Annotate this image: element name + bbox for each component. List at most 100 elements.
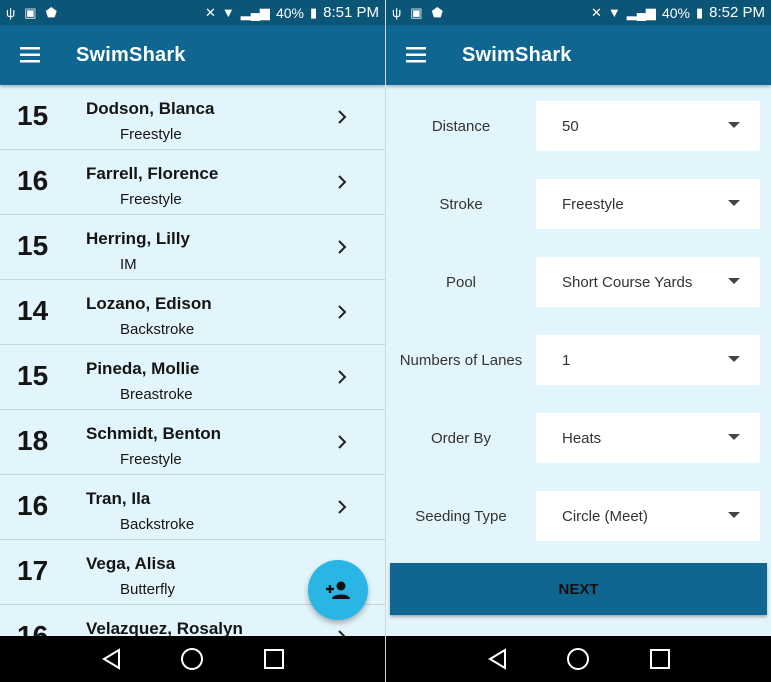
chevron-right-icon bbox=[338, 175, 347, 189]
stroke-value: Freestyle bbox=[562, 195, 624, 213]
mute-icon: ✕ bbox=[204, 5, 216, 20]
battery-icon: ▮ bbox=[309, 5, 318, 20]
next-button[interactable]: NEXT bbox=[390, 563, 767, 615]
app-bar: SwimShark bbox=[0, 25, 385, 85]
meet-setup-screen: ψ ▣ ⬟ ✕ ▼ ▂▄▆ 40% ▮ 8:52 PM SwimShark Di… bbox=[386, 0, 771, 682]
swimmer-name: Lozano, Edison bbox=[86, 294, 212, 313]
chevron-right-icon bbox=[338, 500, 347, 514]
stroke-label: Stroke bbox=[439, 196, 483, 213]
swimmer-name: Vega, Alisa bbox=[86, 554, 176, 573]
dropdown-arrow-icon bbox=[728, 200, 740, 206]
swimmer-age: 18 bbox=[17, 425, 49, 456]
usb-icon: ψ bbox=[392, 5, 402, 20]
swimmer-stroke: Backstroke bbox=[120, 516, 195, 533]
wifi-icon: ▼ bbox=[221, 5, 235, 20]
dropdown-arrow-icon bbox=[728, 512, 740, 518]
distance-dropdown[interactable]: 50 bbox=[536, 101, 760, 151]
dropdown-arrow-icon bbox=[728, 356, 740, 362]
swimmer-stroke: Freestyle bbox=[120, 126, 182, 143]
swimmer-age: 16 bbox=[17, 165, 49, 196]
swimmer-list[interactable]: 15 Dodson, Blanca Freestyle 16 Farrell, Flor… bbox=[0, 85, 385, 636]
lanes-dropdown[interactable]: 1 bbox=[536, 335, 760, 385]
menu-button[interactable] bbox=[386, 25, 446, 85]
stroke-dropdown[interactable]: Freestyle bbox=[536, 179, 760, 229]
swimmer-name: Farrell, Florence bbox=[86, 164, 219, 183]
chevron-right-icon bbox=[338, 305, 347, 319]
system-nav-bar bbox=[386, 636, 771, 682]
battery-percent: 40% bbox=[275, 4, 304, 21]
lanes-value: 1 bbox=[562, 351, 571, 369]
swimmer-name: Pineda, Mollie bbox=[86, 359, 200, 378]
screenshot-pair: ψ ▣ ⬟ ✕ ▼ ▂▄▆ 40% ▮ 8:51 PM SwimShark 15… bbox=[0, 0, 771, 682]
dropdown-arrow-icon bbox=[728, 122, 740, 128]
signal-icon: ▂▄▆ bbox=[240, 5, 270, 20]
status-bar: ψ ▣ ⬟ ✕ ▼ ▂▄▆ 40% ▮ 8:51 PM bbox=[0, 0, 385, 25]
recents-icon bbox=[264, 649, 285, 669]
swimmer-row[interactable]: 15 Pineda, Mollie Breastroke bbox=[0, 345, 385, 410]
meet-setup-form: Distance 50 Stroke Freestyle Pool Short … bbox=[386, 85, 771, 636]
hamburger-icon bbox=[20, 47, 40, 63]
app-title: SwimShark bbox=[462, 43, 572, 66]
swimmer-name: Herring, Lilly bbox=[86, 229, 190, 248]
pool-value: Short Course Yards bbox=[562, 273, 693, 291]
seeding-type-label: Seeding Type bbox=[415, 508, 507, 525]
dropdown-arrow-icon bbox=[728, 278, 740, 284]
seeding-type-dropdown[interactable]: Circle (Meet) bbox=[536, 491, 760, 541]
swimmer-row[interactable]: 15 Herring, Lilly IM bbox=[0, 215, 385, 280]
dropdown-arrow-icon bbox=[728, 434, 740, 440]
hamburger-icon bbox=[406, 47, 426, 63]
pool-dropdown[interactable]: Short Course Yards bbox=[536, 257, 760, 307]
swimmer-age: 16 bbox=[17, 490, 49, 521]
swimmer-name: Velazquez, Rosalyn bbox=[86, 619, 243, 636]
order-by-dropdown[interactable]: Heats bbox=[536, 413, 760, 463]
swimmer-row[interactable]: 15 Dodson, Blanca Freestyle bbox=[0, 85, 385, 150]
chevron-right-icon bbox=[338, 240, 347, 254]
swimmer-age: 15 bbox=[17, 360, 49, 391]
chevron-right-icon bbox=[338, 435, 347, 449]
mute-icon: ✕ bbox=[590, 5, 602, 20]
battery-percent: 40% bbox=[661, 4, 690, 21]
swimmer-age: 14 bbox=[17, 295, 49, 326]
pool-label: Pool bbox=[445, 274, 477, 291]
swimmer-name: Tran, Ila bbox=[86, 489, 151, 508]
order-by-label: Order By bbox=[430, 430, 491, 447]
recents-button[interactable] bbox=[640, 639, 680, 679]
recents-button[interactable] bbox=[254, 639, 294, 679]
swimmer-row[interactable]: 16 Tran, Ila Backstroke bbox=[0, 475, 385, 540]
swimmer-age: 15 bbox=[17, 100, 49, 131]
menu-button[interactable] bbox=[0, 25, 60, 85]
clock: 8:52 PM bbox=[709, 4, 765, 21]
status-bar: ψ ▣ ⬟ ✕ ▼ ▂▄▆ 40% ▮ 8:52 PM bbox=[386, 0, 771, 25]
image-icon: ▣ bbox=[410, 5, 423, 20]
add-swimmer-button[interactable] bbox=[308, 560, 368, 620]
swimmer-stroke: Freestyle bbox=[120, 451, 182, 468]
recents-icon bbox=[650, 649, 671, 669]
distance-label: Distance bbox=[431, 118, 491, 135]
swimmer-stroke: Breastroke bbox=[120, 386, 193, 403]
swimmer-list-screen: ψ ▣ ⬟ ✕ ▼ ▂▄▆ 40% ▮ 8:51 PM SwimShark 15… bbox=[0, 0, 385, 682]
home-button[interactable] bbox=[172, 639, 212, 679]
swimmer-stroke: IM bbox=[120, 256, 137, 273]
app-title: SwimShark bbox=[76, 43, 186, 66]
battery-icon: ▮ bbox=[695, 5, 704, 20]
swimmer-age: 16 bbox=[17, 620, 49, 636]
swimmer-row[interactable]: 18 Schmidt, Benton Freestyle bbox=[0, 410, 385, 475]
home-icon bbox=[181, 648, 204, 670]
android-icon: ⬟ bbox=[431, 5, 443, 20]
usb-icon: ψ bbox=[6, 5, 16, 20]
clock: 8:51 PM bbox=[323, 4, 379, 21]
home-icon bbox=[567, 648, 590, 670]
back-button[interactable] bbox=[477, 639, 517, 679]
swimmer-row[interactable]: 16 Farrell, Florence Freestyle bbox=[0, 150, 385, 215]
app-bar: SwimShark bbox=[386, 25, 771, 85]
back-icon bbox=[101, 648, 120, 670]
wifi-icon: ▼ bbox=[607, 5, 621, 20]
back-button[interactable] bbox=[91, 639, 131, 679]
swimmer-name: Dodson, Blanca bbox=[86, 99, 215, 118]
home-button[interactable] bbox=[558, 639, 598, 679]
back-icon bbox=[487, 648, 506, 670]
order-by-value: Heats bbox=[562, 429, 602, 447]
swimmer-row[interactable]: 14 Lozano, Edison Backstroke bbox=[0, 280, 385, 345]
image-icon: ▣ bbox=[24, 5, 37, 20]
swimmer-age: 17 bbox=[17, 555, 49, 586]
